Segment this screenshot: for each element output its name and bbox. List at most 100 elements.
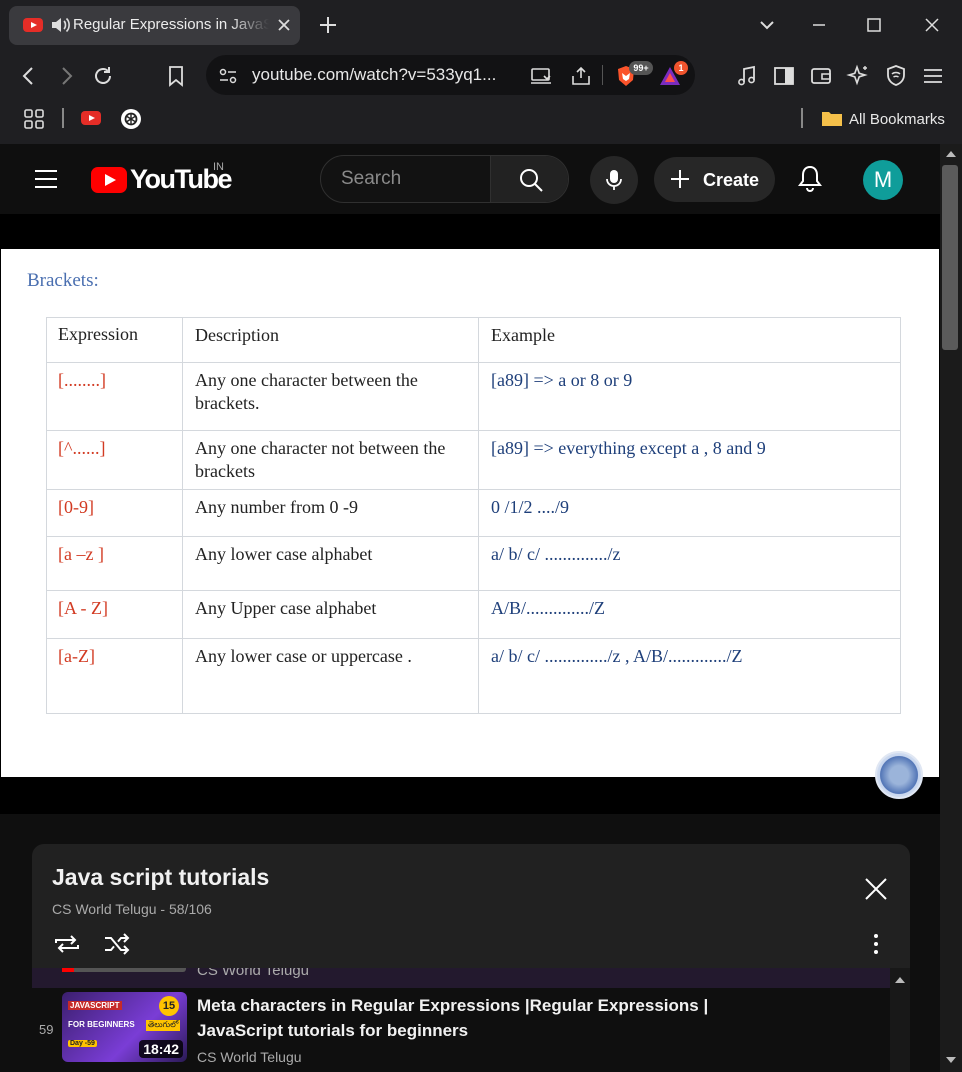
playlist-items: CS World Telugu 59 JAVASCRIPT FOR BEGINN… [32,968,910,1072]
microphone-icon [606,170,622,190]
video-player[interactable]: Brackets: Expression Description Example… [0,214,940,814]
video-frame: Brackets: Expression Description Example… [1,249,939,799]
minimize-icon[interactable] [808,14,830,36]
more-options-icon[interactable] [866,932,886,956]
close-playlist-icon[interactable] [863,876,889,902]
apps-grid-icon[interactable] [22,107,46,131]
playlist-title[interactable]: Java script tutorials [52,864,269,891]
scroll-up-icon[interactable] [946,150,956,158]
create-button[interactable]: Create [654,157,775,202]
omnibox-divider [602,65,603,85]
column-header: Example [491,325,555,345]
thumbnail-tag: JAVASCRIPT [68,1001,122,1010]
all-bookmarks-link[interactable]: All Bookmarks [849,111,945,128]
youtube-favicon-icon [23,18,43,32]
reload-icon[interactable] [90,63,116,89]
menu-icon[interactable] [920,63,946,89]
shuffle-icon[interactable] [102,931,132,957]
toolbar: youtube.com/watch?v=533yq1... 99+ 1 [0,50,962,100]
table-cell-description: Any number from 0 -9 [183,490,479,536]
tab-search-chevron-icon[interactable] [756,14,778,36]
playlist-scrollbar[interactable] [890,968,910,1072]
watch-progress-bar [62,968,186,972]
table-cell-expression: [0-9] [47,490,183,536]
table-cell-expression: [a-Z] [47,639,183,714]
maximize-icon[interactable] [863,14,885,36]
table-cell-expression: [^......] [47,431,183,489]
table-cell-description: Any one character not between the bracke… [183,431,479,489]
table-cell-expression: [A - Z] [47,591,183,638]
url-text[interactable]: youtube.com/watch?v=533yq1... [252,65,496,85]
table-cell-example: [a89] => everything except a , 8 and 9 [491,438,766,458]
table-row: [a –z ] Any lower case alphabet a/ b/ c/… [47,537,900,591]
share-icon[interactable] [569,64,593,88]
avatar[interactable]: M [863,160,903,200]
video-thumbnail[interactable]: JAVASCRIPT FOR BEGINNERS Day -59 15 తెలు… [62,992,187,1062]
video-title[interactable]: Meta characters in Regular Expressions |… [197,993,797,1043]
table-cell-example: 0 /1/2 ..../9 [491,497,570,517]
country-code: IN [213,161,224,173]
youtube-bookmark-icon[interactable] [80,109,102,127]
plus-icon [671,170,689,188]
bookmarks-divider-right [801,108,803,128]
close-tab-icon[interactable] [275,16,293,34]
column-header: Description [183,318,479,362]
table-row: [A - Z] Any Upper case alphabet A/B/....… [47,591,900,639]
speaker-icon[interactable] [49,15,71,35]
thumbnail-subtitle: FOR BEGINNERS [68,1020,135,1029]
sidebar-toggle-icon[interactable] [771,63,797,89]
video-channel: CS World Telugu [197,968,310,979]
playlist-index: 59 [39,1022,54,1037]
new-tab-icon[interactable] [316,13,340,37]
scroll-up-icon[interactable] [895,976,905,984]
install-app-icon[interactable] [529,64,553,88]
table-cell-example: A/B/............../Z [491,598,606,618]
bookmarks-bar: All Bookmarks [0,100,962,144]
table-row: [^......] Any one character not between … [47,431,900,490]
search-box [320,155,569,203]
wallet-icon[interactable] [808,63,834,89]
search-icon [520,169,543,192]
address-bar[interactable]: youtube.com/watch?v=533yq1... 99+ 1 [206,55,695,95]
hamburger-menu-icon[interactable] [33,168,59,190]
table-row: [........] Any one character between the… [47,363,900,431]
playlist-subtitle[interactable]: CS World Telugu - 58/106 [52,901,212,917]
tab-strip: Regular Expressions in JavaScript [0,0,962,50]
close-window-icon[interactable] [921,14,943,36]
table-cell-description: Any lower case or uppercase . [183,639,479,714]
shields-count-badge: 99+ [629,61,653,75]
scroll-down-icon[interactable] [946,1056,956,1064]
page-scrollbar-thumb[interactable] [942,165,958,350]
playlist-panel: Java script tutorials CS World Telugu - … [32,844,910,1072]
video-channel[interactable]: CS World Telugu [197,1049,302,1065]
media-playlist-icon[interactable] [734,63,760,89]
bookmarks-divider [62,108,64,128]
back-icon[interactable] [16,63,42,89]
youtube-play-logo-icon [91,167,127,193]
bracket-table: Expression Description Example [........… [46,317,901,714]
list-item[interactable]: CS World Telugu [32,968,890,988]
leo-ai-icon[interactable] [845,63,871,89]
table-cell-example: a/ b/ c/ ............../z , A/B/........… [491,646,743,666]
table-cell-description: Any lower case alphabet [183,537,479,590]
site-settings-icon[interactable] [216,64,240,88]
table-cell-description: Any one character between the brackets. [183,363,479,430]
thumbnail-day: Day -59 [68,1040,97,1047]
chatgpt-bookmark-icon[interactable] [120,108,142,130]
folder-icon [822,112,842,126]
thumbnail-telugu: తెలుగులో [146,1020,181,1031]
loop-playlist-icon[interactable] [52,931,82,957]
table-cell-expression: [........] [47,363,183,430]
voice-search-button[interactable] [590,156,638,204]
search-button[interactable] [490,156,568,202]
forward-icon[interactable] [53,63,79,89]
column-header: Expression [47,318,183,362]
bookmark-icon[interactable] [163,63,189,89]
vpn-icon[interactable] [883,63,909,89]
notifications-bell-icon[interactable] [796,164,824,194]
youtube-header: YouTube IN Create M [0,144,940,214]
table-cell-example: [a89] => a or 8 or 9 [491,370,633,390]
browser-tab[interactable]: Regular Expressions in JavaScript [9,6,300,45]
search-input[interactable] [321,156,489,202]
table-cell-description: Any Upper case alphabet [183,591,479,638]
